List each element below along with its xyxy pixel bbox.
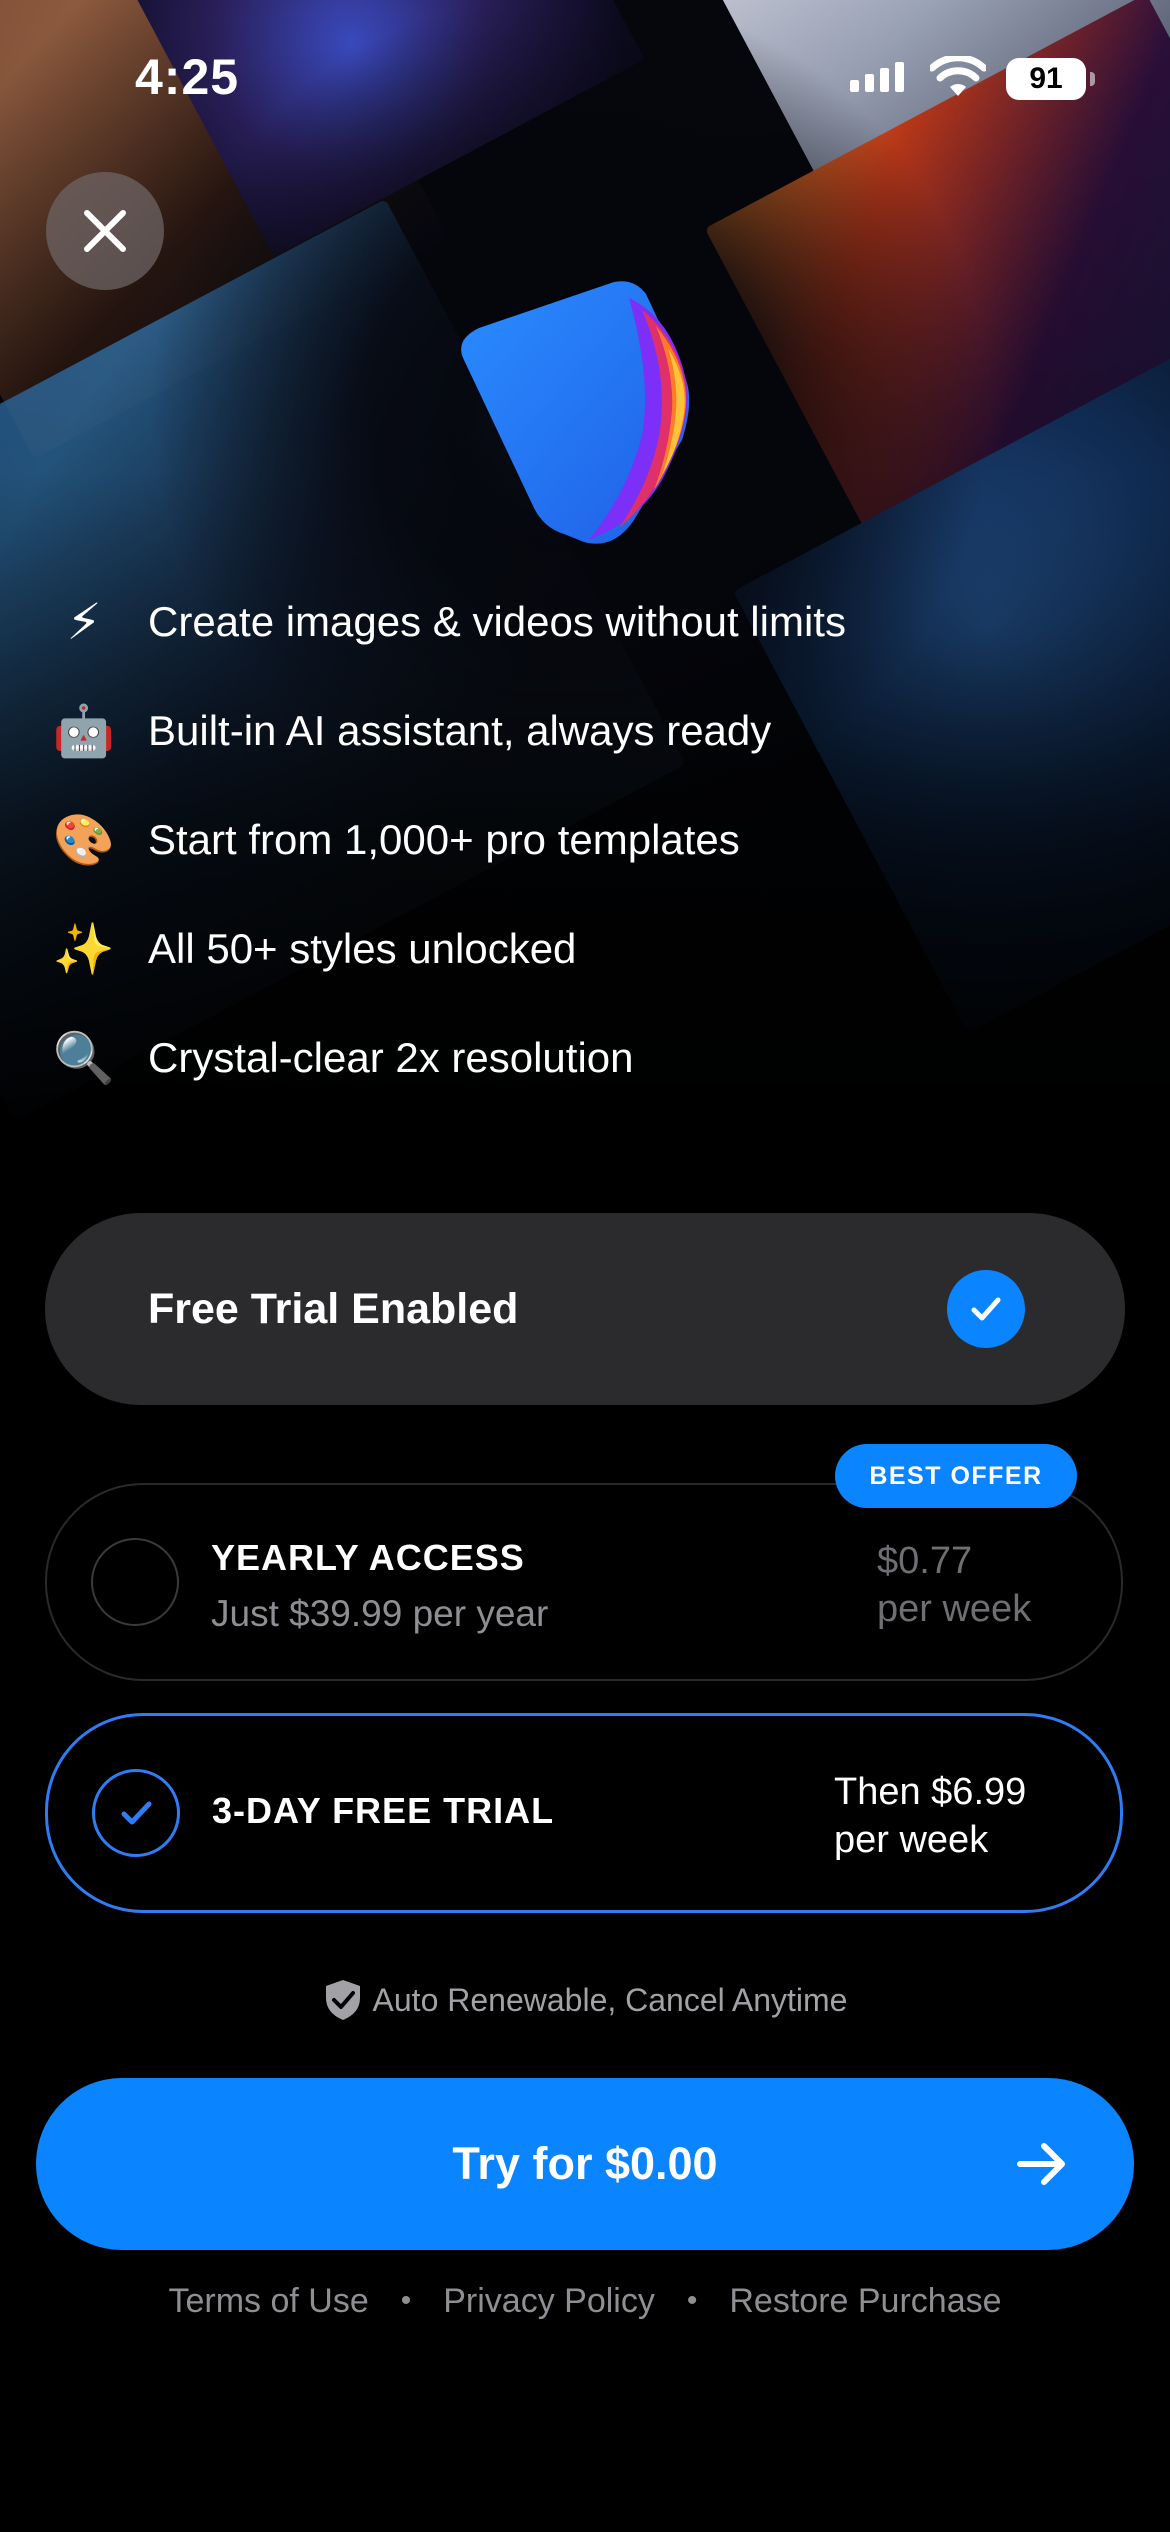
wifi-icon bbox=[930, 56, 986, 96]
free-trial-toggle[interactable]: Free Trial Enabled bbox=[45, 1213, 1125, 1405]
lightning-icon: ⚡ bbox=[66, 594, 102, 650]
plan-price: $0.77 per week bbox=[877, 1537, 1031, 1633]
robot-icon: 🤖 bbox=[52, 702, 116, 759]
plan-price-amount: $0.77 bbox=[877, 1540, 973, 1582]
feature-item: ⚡ Create images & videos without limits bbox=[52, 582, 846, 662]
shield-check-icon bbox=[325, 1980, 360, 2020]
cellular-signal-icon bbox=[850, 62, 904, 92]
plan-option-yearly[interactable]: YEARLY ACCESS Just $39.99 per year $0.77… bbox=[45, 1483, 1123, 1681]
plan-radio-yearly[interactable] bbox=[91, 1538, 179, 1626]
checkmark-icon bbox=[971, 1297, 1001, 1321]
status-time: 4:25 bbox=[135, 49, 240, 105]
feature-text: Built-in AI assistant, always ready bbox=[148, 707, 772, 754]
footer-links: Terms of Use • Privacy Policy • Restore … bbox=[0, 2276, 1170, 2326]
plan-price-period: per week bbox=[834, 1819, 989, 1861]
plan-price: Then $6.99 per week bbox=[834, 1768, 1026, 1864]
feature-item: 🤖 Built-in AI assistant, always ready bbox=[52, 691, 771, 771]
status-bar: 4:25 91 bbox=[0, 0, 1170, 150]
auto-renew-note: Auto Renewable, Cancel Anytime bbox=[0, 1972, 1170, 2028]
feature-text: All 50+ styles unlocked bbox=[148, 925, 577, 972]
plan-radio-trial[interactable] bbox=[92, 1769, 180, 1857]
try-free-button[interactable]: Try for $0.00 bbox=[36, 2078, 1134, 2250]
try-free-button-label: Try for $0.00 bbox=[452, 2138, 718, 2189]
feature-item: 🎨 Start from 1,000+ pro templates bbox=[52, 800, 740, 880]
palette-icon: 🎨 bbox=[52, 811, 116, 868]
separator-dot: • bbox=[400, 2284, 412, 2317]
privacy-policy-link[interactable]: Privacy Policy bbox=[443, 2282, 655, 2321]
feature-text: Create images & videos without limits bbox=[148, 598, 846, 645]
plan-price-period: per week bbox=[877, 1588, 1032, 1630]
auto-renew-text: Auto Renewable, Cancel Anytime bbox=[372, 1981, 848, 2018]
free-trial-checkbox[interactable] bbox=[947, 1270, 1025, 1348]
close-button[interactable] bbox=[46, 172, 164, 290]
free-trial-label: Free Trial Enabled bbox=[148, 1285, 519, 1333]
feature-text: Crystal-clear 2x resolution bbox=[148, 1034, 634, 1081]
plan-name: 3-DAY FREE TRIAL bbox=[212, 1790, 555, 1831]
app-logo bbox=[424, 270, 724, 570]
separator-dot: • bbox=[686, 2284, 698, 2317]
feature-item: ✨ All 50+ styles unlocked bbox=[52, 909, 577, 989]
magnifier-icon: 🔍 bbox=[52, 1029, 116, 1086]
best-offer-badge: BEST OFFER bbox=[835, 1444, 1077, 1508]
sparkles-icon: ✨ bbox=[52, 920, 116, 977]
terms-of-use-link[interactable]: Terms of Use bbox=[168, 2282, 368, 2321]
feature-text: Start from 1,000+ pro templates bbox=[148, 816, 740, 863]
close-icon bbox=[84, 210, 126, 252]
plan-name: YEARLY ACCESS bbox=[211, 1537, 525, 1578]
feature-item: 🔍 Crystal-clear 2x resolution bbox=[52, 1018, 634, 1098]
plan-subtitle: Just $39.99 per year bbox=[211, 1593, 549, 1634]
checkmark-icon bbox=[121, 1801, 152, 1825]
plan-price-amount: Then $6.99 bbox=[834, 1771, 1027, 1813]
arrow-right-icon bbox=[1017, 2143, 1065, 2185]
restore-purchase-link[interactable]: Restore Purchase bbox=[729, 2282, 1001, 2321]
battery-indicator: 91 bbox=[1006, 58, 1095, 100]
plan-option-trial[interactable]: 3-DAY FREE TRIAL Then $6.99 per week bbox=[45, 1713, 1123, 1913]
